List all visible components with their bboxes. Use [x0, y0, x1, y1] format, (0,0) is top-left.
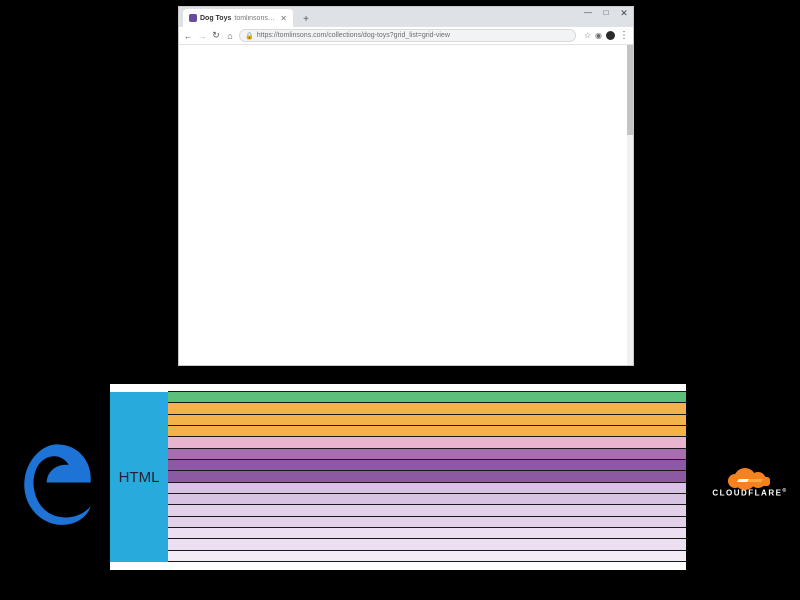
- tab-bar: Dog Toys tomlinsons-feed ✕ +: [179, 7, 633, 27]
- tab-favicon-icon: [189, 14, 197, 22]
- home-button[interactable]: ⌂: [225, 31, 235, 41]
- reload-button[interactable]: ↻: [211, 30, 221, 41]
- cloudflare-logo: CLOUDFLARE®: [694, 466, 800, 498]
- tab-close-icon[interactable]: ✕: [280, 14, 287, 23]
- html-root-block: HTML: [110, 392, 168, 562]
- browser-menu-icon[interactable]: ⋮: [619, 32, 629, 40]
- html-resource-diagram: HTML: [110, 384, 686, 570]
- url-text: https://tomlinsons.com/collections/dog-t…: [257, 32, 450, 39]
- extension-icon[interactable]: ◉: [595, 31, 602, 40]
- tab-subtitle: tomlinsons-feed: [234, 15, 276, 22]
- html-root-label: HTML: [119, 469, 160, 486]
- page-viewport: [179, 45, 633, 365]
- new-tab-button[interactable]: +: [299, 13, 313, 27]
- profile-avatar[interactable]: [606, 31, 615, 40]
- lock-icon: 🔒: [245, 32, 254, 40]
- window-minimize-button[interactable]: —: [579, 7, 597, 19]
- browser-toolbar: ← → ↻ ⌂ 🔒 https://tomlinsons.com/collect…: [179, 27, 633, 45]
- forward-button[interactable]: →: [197, 31, 207, 41]
- cloudflare-cloud-icon: [728, 466, 772, 486]
- window-controls: — □ ✕: [579, 7, 633, 19]
- browser-window: — □ ✕ Dog Toys tomlinsons-feed ✕ + ← → ↻…: [178, 6, 634, 366]
- browser-tab[interactable]: Dog Toys tomlinsons-feed ✕: [183, 9, 293, 27]
- window-maximize-button[interactable]: □: [597, 7, 615, 19]
- toolbar-right: ☆ ◉ ⋮: [584, 31, 629, 40]
- scrollbar-thumb[interactable]: [627, 45, 633, 135]
- bookmark-star-icon[interactable]: ☆: [584, 31, 591, 40]
- address-bar[interactable]: 🔒 https://tomlinsons.com/collections/dog…: [239, 29, 576, 42]
- window-close-button[interactable]: ✕: [615, 7, 633, 19]
- back-button[interactable]: ←: [183, 31, 193, 41]
- resource-rows: [168, 392, 686, 562]
- edge-logo-icon: [20, 440, 94, 528]
- tab-title: Dog Toys: [200, 15, 231, 22]
- resource-row: [168, 550, 686, 562]
